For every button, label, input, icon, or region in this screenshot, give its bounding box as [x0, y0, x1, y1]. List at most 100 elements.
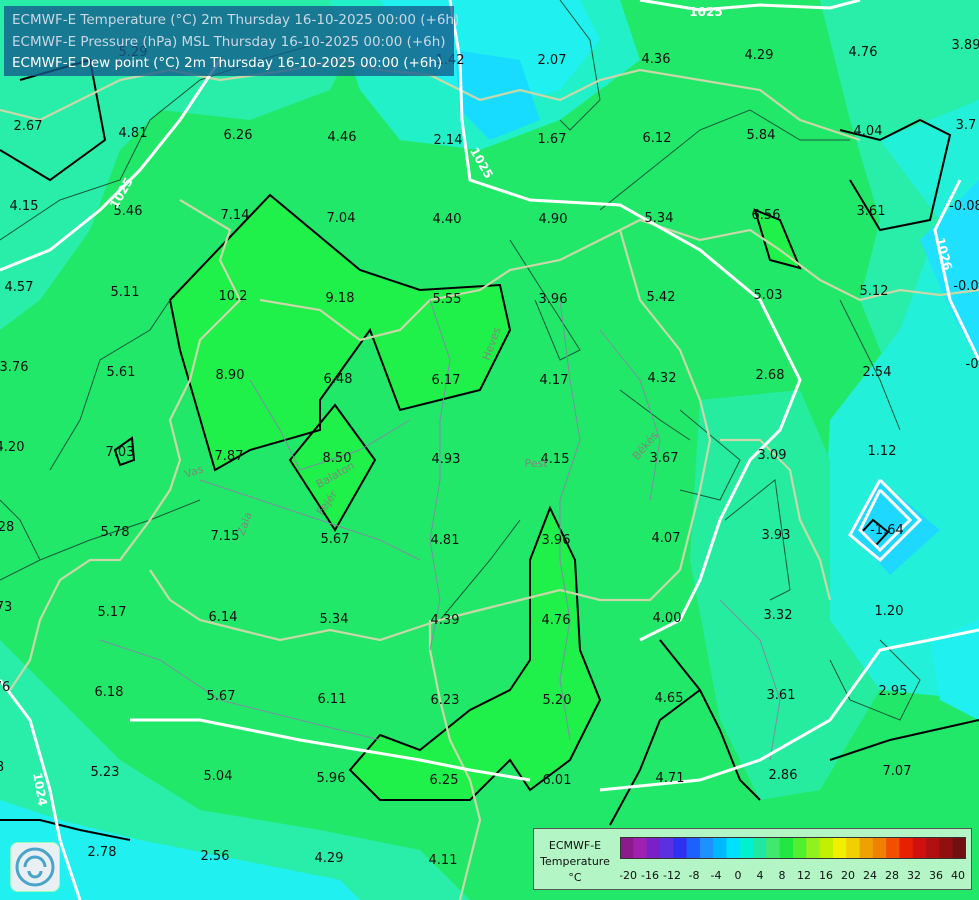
temperature-value-label: 5.67: [321, 532, 350, 547]
legend-color-swatch: [686, 837, 701, 859]
temperature-value-label: 2.95: [879, 684, 908, 699]
temperature-value-label: 1.20: [875, 604, 904, 619]
legend-color-swatch: [659, 837, 674, 859]
legend-color-swatch: [633, 837, 648, 859]
legend-color-scale: -20 -16 -12 -8 -4 0 4 8 12 16 20 24 28 32 36 40: [620, 837, 966, 882]
temperature-value-label: -0.0: [953, 279, 978, 294]
temperature-value-label: 3.96: [539, 292, 568, 307]
temperature-value-label: 9.18: [326, 291, 355, 306]
temperature-value-label: 5.34: [645, 211, 674, 226]
legend-color-swatch: [739, 837, 754, 859]
temperature-value-label: 6.26: [224, 128, 253, 143]
temperature-value-label: 3.67: [650, 451, 679, 466]
legend-tick-label: -8: [689, 869, 700, 882]
temperature-value-label: 4.36: [642, 52, 671, 67]
legend-title-variable: Temperature: [540, 855, 610, 868]
temperature-value-label: 3.96: [542, 533, 571, 548]
legend-tick-label: -12: [663, 869, 681, 882]
legend-color-swatch: [793, 837, 807, 859]
temperature-value-label: 4.32: [648, 371, 677, 386]
legend-tick-label: 8: [779, 869, 786, 882]
legend-tick-label: 16: [819, 869, 833, 882]
legend-color-swatch: [899, 837, 914, 859]
temperature-value-label: 2.54: [863, 365, 892, 380]
legend-color-swatch: [806, 837, 821, 859]
temperature-value-label: 5.11: [111, 285, 140, 300]
temperature-value-label: 3.89: [952, 38, 979, 53]
legend-tick-label: -4: [711, 869, 722, 882]
temperature-value-label: 5.96: [317, 771, 346, 786]
map-header: ECMWF-E Temperature (°C) 2m Thursday 16-…: [4, 6, 459, 76]
legend-color-swatch: [699, 837, 714, 859]
temperature-value-label: 4.40: [433, 212, 462, 227]
legend-color-swatch: [832, 837, 847, 859]
temperature-value-label: 4.15: [10, 199, 39, 214]
temperature-value-label: 6.56: [752, 208, 781, 223]
legend-color-swatch: [779, 837, 794, 859]
temperature-value-label: 5.67: [207, 689, 236, 704]
temperature-value-label: 4.17: [540, 373, 569, 388]
temperature-value-label: 4.11: [429, 853, 458, 868]
legend-title-model: ECMWF-E: [548, 839, 602, 852]
legend-color-swatch: [952, 837, 966, 859]
temperature-value-label: 7.03: [106, 445, 135, 460]
legend-color-swatch: [646, 837, 661, 859]
temperature-value-label: 6.01: [543, 773, 572, 788]
temperature-value-label: -0.08: [949, 199, 979, 214]
temperature-value-label: 4.76: [849, 45, 878, 60]
legend-tick-label: 36: [929, 869, 943, 882]
temperature-value-label: 2.86: [769, 768, 798, 783]
temperature-value-label: 4.57: [5, 280, 34, 295]
temperature-value-label: 6.17: [432, 373, 461, 388]
temperature-value-label: 5.34: [320, 612, 349, 627]
temperature-value-label: 3.7: [956, 118, 977, 133]
temperature-value-label: 5.20: [543, 693, 572, 708]
temperature-value-label: 6.14: [209, 610, 238, 625]
temperature-value-label: 4.81: [119, 126, 148, 141]
legend-color-swatch: [726, 837, 741, 859]
legend-color-swatch: [926, 837, 940, 859]
temperature-value-label: 6.12: [643, 131, 672, 146]
legend-tick-label: 12: [797, 869, 811, 882]
temperature-value-label: -0: [966, 357, 979, 372]
temperature-value-label: 7.07: [883, 764, 912, 779]
temperature-value-label: 10.2: [219, 289, 248, 304]
temperature-value-label: 3.09: [758, 448, 787, 463]
temperature-value-label: 6.48: [324, 372, 353, 387]
legend-tick-label: 40: [951, 869, 965, 882]
temperature-value-label: 4.46: [328, 130, 357, 145]
temperature-value-label: 4.29: [315, 851, 344, 866]
legend-tick-label: 4: [757, 869, 764, 882]
legend-color-swatch: [939, 837, 954, 859]
legend-color-swatch: [859, 837, 874, 859]
legend-tick-label: 28: [885, 869, 899, 882]
isobar-label: 1025: [689, 5, 722, 19]
temperature-value-label: 5.23: [91, 765, 120, 780]
temperature-value-label: 4.71: [656, 771, 685, 786]
temperature-value-label: 3.76: [0, 360, 28, 375]
temperature-legend: ECMWF-E Temperature °C -20 -16 -12 -8 -4 0 4 8 1…: [533, 828, 972, 890]
temperature-value-label: 5.55: [433, 292, 462, 307]
temperature-value-label: 2.14: [434, 133, 463, 148]
legend-color-swatch: [713, 837, 727, 859]
temperature-value-label: 76: [0, 680, 10, 695]
temperature-value-label: 8: [0, 760, 4, 775]
temperature-value-label: 4.07: [652, 531, 681, 546]
temperature-value-label: 4.29: [745, 48, 774, 63]
temperature-value-label: 3.93: [762, 528, 791, 543]
legend-tick-label: -20: [620, 869, 637, 882]
legend-color-swatch: [872, 837, 887, 859]
header-line-temperature: ECMWF-E Temperature (°C) 2m Thursday 16-…: [12, 12, 460, 28]
temperature-value-label: 4.90: [539, 212, 568, 227]
temperature-value-label: 4.76: [542, 613, 571, 628]
temperature-value-label: 5.04: [204, 769, 233, 784]
weather-map: 2.67 4.81 6.26 4.46 2.14 1.67 6.12 5.84 4.04 3.7 4…: [0, 0, 979, 900]
ecmwf-logo-icon: [10, 842, 60, 892]
legend-tick-label: -16: [641, 869, 659, 882]
legend-color-swatch: [753, 837, 767, 859]
temperature-value-label: 5.42: [647, 290, 676, 305]
legend-tick-label: 20: [841, 869, 855, 882]
temperature-value-label: 5.17: [98, 605, 127, 620]
temperature-value-label: 3.61: [857, 204, 886, 219]
temperature-value-label: 4.00: [653, 611, 682, 626]
